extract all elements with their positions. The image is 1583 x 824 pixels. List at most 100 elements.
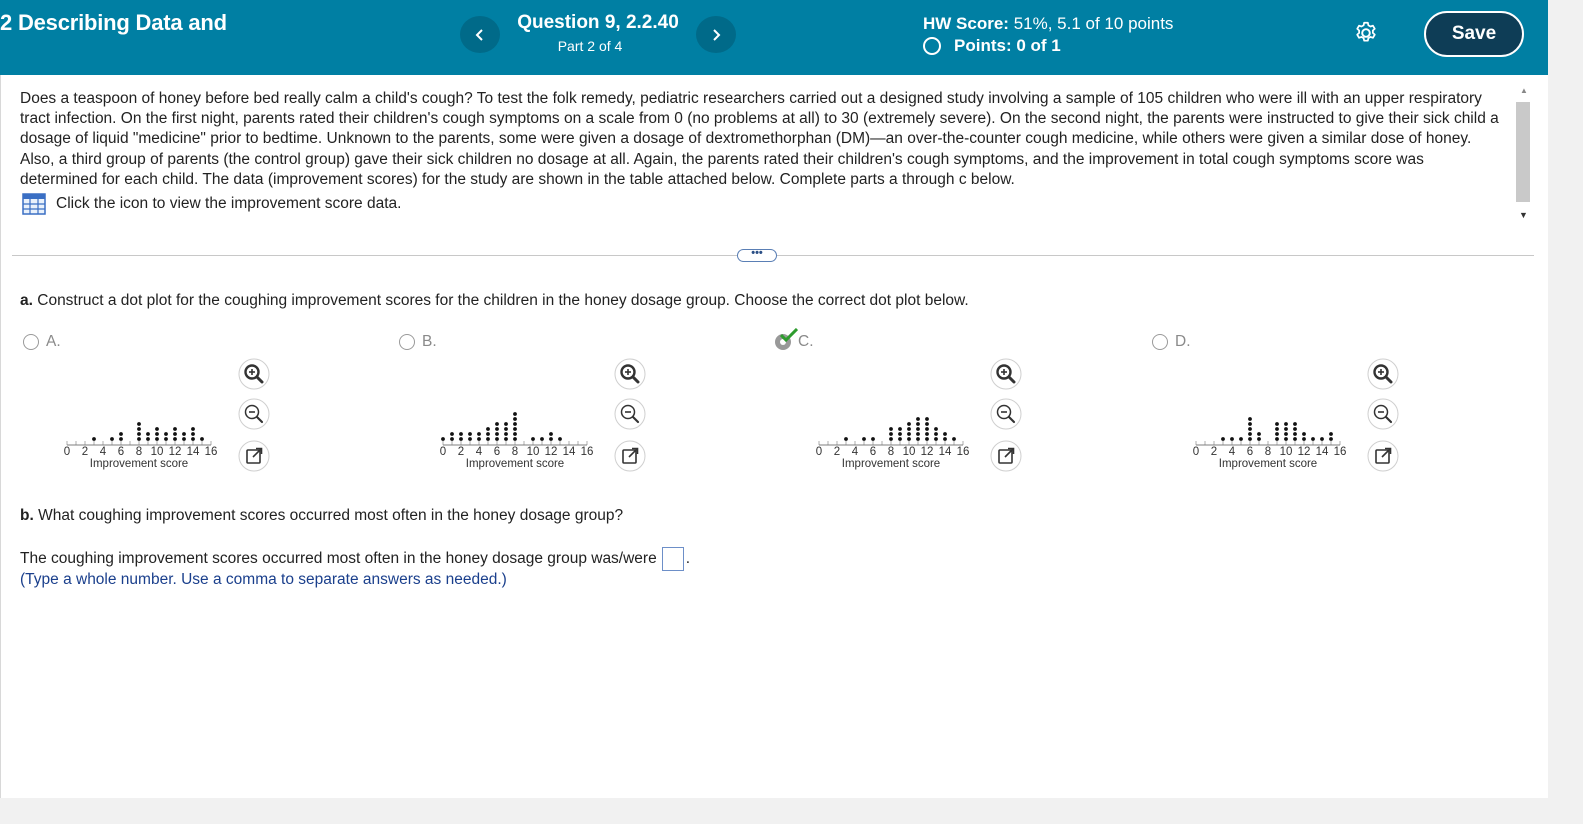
data-dot bbox=[495, 422, 499, 426]
choice-b[interactable]: B. 0 2 4 6 8 10 12 14 16 Improvement score bbox=[399, 332, 769, 492]
zoom-in-icon[interactable] bbox=[1367, 358, 1399, 390]
correct-check-icon bbox=[780, 328, 798, 342]
hw-score: HW Score: 51%, 5.1 of 10 points bbox=[923, 14, 1173, 34]
data-dot bbox=[1275, 427, 1279, 431]
question-scrollbar[interactable]: ▲ ▼ bbox=[1514, 82, 1533, 228]
x-tick-label: 6 bbox=[118, 446, 124, 458]
data-dot bbox=[889, 432, 893, 436]
zoom-in-icon[interactable] bbox=[990, 358, 1022, 390]
data-dot bbox=[146, 437, 150, 441]
save-button[interactable]: Save bbox=[1424, 11, 1524, 57]
popout-icon[interactable] bbox=[990, 440, 1022, 472]
data-dot bbox=[925, 437, 929, 441]
x-tick-label: 12 bbox=[545, 446, 558, 458]
question-intro: Does a teaspoon of honey before bed real… bbox=[20, 90, 1499, 188]
data-dot bbox=[889, 427, 893, 431]
zoom-in-icon[interactable] bbox=[238, 358, 270, 390]
scroll-up-icon[interactable]: ▲ bbox=[1520, 86, 1528, 95]
x-tick-label: 2 bbox=[82, 446, 88, 458]
answer-line: The coughing improvement scores occurred… bbox=[20, 547, 690, 571]
data-dot bbox=[898, 427, 902, 431]
x-tick-label: 10 bbox=[151, 446, 164, 458]
data-dot bbox=[137, 422, 141, 426]
data-dot bbox=[943, 432, 947, 436]
data-dot bbox=[907, 427, 911, 431]
part-b-text: What coughing improvement scores occurre… bbox=[38, 507, 624, 524]
data-table-link[interactable]: Click the icon to view the improvement s… bbox=[22, 193, 401, 215]
zoom-out-icon[interactable] bbox=[614, 398, 646, 430]
previous-question-button[interactable] bbox=[460, 16, 500, 53]
choice-letter[interactable]: B. bbox=[422, 333, 437, 351]
data-dot bbox=[191, 427, 195, 431]
chevron-right-icon bbox=[713, 28, 721, 41]
data-dot bbox=[531, 437, 535, 441]
choice-letter[interactable]: C. bbox=[798, 333, 814, 351]
data-dot bbox=[889, 437, 893, 441]
x-tick-label: 0 bbox=[1193, 446, 1199, 458]
part-a-prompt: a. Construct a dot plot for the coughing… bbox=[20, 292, 969, 310]
x-tick-label: 8 bbox=[888, 446, 894, 458]
points-circle-icon bbox=[923, 37, 941, 55]
zoom-in-icon[interactable] bbox=[614, 358, 646, 390]
data-dot bbox=[898, 432, 902, 436]
x-tick-label: 10 bbox=[527, 446, 540, 458]
data-dot bbox=[173, 437, 177, 441]
data-dot bbox=[450, 437, 454, 441]
data-dot bbox=[495, 437, 499, 441]
question-title: Question 9, 2.2.40 bbox=[517, 12, 679, 33]
choice-letter[interactable]: D. bbox=[1175, 333, 1191, 351]
data-dot bbox=[119, 432, 123, 436]
x-tick-label: 16 bbox=[1334, 446, 1347, 458]
x-tick-label: 14 bbox=[1316, 446, 1329, 458]
points-text: Points: 0 of 1 bbox=[954, 36, 1061, 55]
hw-score-label: HW Score: bbox=[923, 14, 1009, 33]
choice-a[interactable]: A. 0 2 4 6 8 10 12 14 16 Improvement score bbox=[23, 332, 393, 492]
choice-radio[interactable] bbox=[399, 334, 415, 350]
data-dot bbox=[191, 437, 195, 441]
table-grid-icon[interactable] bbox=[22, 193, 46, 215]
scroll-down-icon[interactable]: ▼ bbox=[1519, 210, 1528, 220]
expand-more-button[interactable]: ••• bbox=[737, 248, 777, 262]
data-dot bbox=[441, 437, 445, 441]
data-dot bbox=[943, 437, 947, 441]
part-a-text: Construct a dot plot for the coughing im… bbox=[37, 292, 969, 309]
popout-icon[interactable] bbox=[614, 440, 646, 472]
next-question-button[interactable] bbox=[696, 16, 736, 53]
zoom-out-icon[interactable] bbox=[1367, 398, 1399, 430]
x-tick-label: 14 bbox=[187, 446, 200, 458]
scroll-thumb[interactable] bbox=[1516, 102, 1530, 202]
x-tick-label: 2 bbox=[1211, 446, 1217, 458]
data-dot bbox=[504, 427, 508, 431]
popout-icon[interactable] bbox=[238, 440, 270, 472]
data-dot bbox=[1293, 427, 1297, 431]
choice-d[interactable]: D. 0 2 4 6 8 10 12 14 16 Improvement score bbox=[1152, 332, 1522, 492]
data-dot bbox=[1329, 437, 1333, 441]
data-link-text[interactable]: Click the icon to view the improvement s… bbox=[56, 195, 401, 213]
x-axis-label: Improvement score bbox=[842, 458, 940, 470]
page-scrollbar[interactable] bbox=[1548, 0, 1583, 824]
choice-c[interactable]: C. 0 2 4 6 8 10 12 14 16 Improvement score bbox=[775, 328, 1145, 492]
x-tick-label: 2 bbox=[458, 446, 464, 458]
data-dot bbox=[916, 437, 920, 441]
data-dot bbox=[907, 422, 911, 426]
data-dot bbox=[513, 412, 517, 416]
gear-icon[interactable] bbox=[1353, 20, 1379, 46]
data-dot bbox=[513, 422, 517, 426]
choice-radio[interactable] bbox=[23, 334, 39, 350]
x-tick-label: 8 bbox=[1265, 446, 1271, 458]
choice-radio[interactable] bbox=[1152, 334, 1168, 350]
choice-letter[interactable]: A. bbox=[46, 333, 61, 351]
assignment-title: 2 Describing Data and bbox=[0, 10, 227, 35]
popout-icon[interactable] bbox=[1367, 440, 1399, 472]
points-status: Points: 0 of 1 bbox=[923, 36, 1061, 56]
hw-score-value: 51%, 5.1 of 10 points bbox=[1013, 14, 1174, 33]
x-tick-label: 4 bbox=[476, 446, 483, 458]
data-dot bbox=[173, 432, 177, 436]
data-dot bbox=[513, 437, 517, 441]
answer-hint: (Type a whole number. Use a comma to sep… bbox=[20, 571, 507, 588]
dot-plot: 0 2 4 6 8 10 12 14 16 Improvement score bbox=[440, 412, 593, 470]
zoom-out-icon[interactable] bbox=[238, 398, 270, 430]
answer-input[interactable] bbox=[661, 547, 684, 571]
data-dot bbox=[1284, 427, 1288, 431]
zoom-out-icon[interactable] bbox=[990, 398, 1022, 430]
